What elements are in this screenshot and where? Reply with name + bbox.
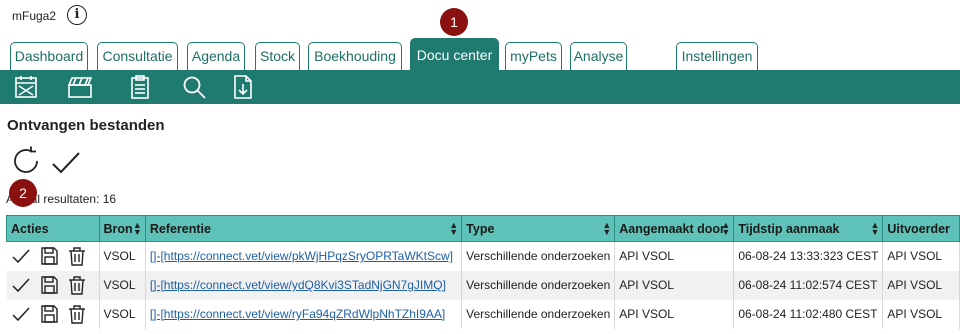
tab-analyse[interactable]: Analyse xyxy=(570,42,627,70)
tab-label: myPets xyxy=(510,48,557,64)
tab-agenda[interactable]: Agenda xyxy=(187,42,245,70)
tab-label: Agenda xyxy=(191,48,241,64)
cell-uitvoerder: API VSOL xyxy=(882,241,960,271)
cell-referentie-link[interactable]: []-[https://connect.vet/view/pkWjHPqzSry… xyxy=(145,241,463,271)
tab-label: Consultatie xyxy=(102,48,173,64)
row-actions xyxy=(6,241,100,271)
clipboard-list-icon[interactable] xyxy=(127,74,153,100)
cell-referentie-link[interactable]: []-[https://connect.vet/view/ydQ8Kvi3STa… xyxy=(145,270,463,300)
annotation-badge-2: 2 xyxy=(9,179,37,207)
col-header-acties: Acties xyxy=(6,215,100,242)
calendar-cross-icon[interactable] xyxy=(13,74,39,100)
tab-label: Boekhouding xyxy=(314,48,396,64)
tab-instellingen[interactable]: Instellingen xyxy=(676,42,758,70)
col-header-label: Referentie xyxy=(149,221,211,236)
page-title: Ontvangen bestanden xyxy=(7,117,165,134)
trash-icon[interactable] xyxy=(67,246,87,266)
file-download-icon[interactable] xyxy=(230,74,256,100)
col-header-bron[interactable]: Bron ▲ ▼ xyxy=(98,215,146,242)
sort-icon[interactable]: ▲ ▼ xyxy=(721,221,730,237)
cell-tijdstip: 06-08-24 13:33:323 CEST xyxy=(733,241,884,271)
cell-uitvoerder: API VSOL xyxy=(882,270,960,300)
tab-docu-center[interactable]: Docu center xyxy=(410,38,499,70)
col-header-type[interactable]: Type ▲ ▼ xyxy=(461,215,616,242)
results-table: Acties Bron ▲ ▼ Referentie ▲ ▼ Type ▲ ▼ Aangem… xyxy=(6,215,960,329)
main-tabs: Dashboard Consultatie Agenda Stock Boekh… xyxy=(0,38,960,70)
cell-tijdstip: 06-08-24 11:02:480 CEST xyxy=(733,299,884,329)
info-icon[interactable]: i xyxy=(67,5,87,25)
sort-icon[interactable]: ▲ ▼ xyxy=(870,221,879,237)
search-icon[interactable] xyxy=(181,74,207,100)
cell-tijdstip: 06-08-24 11:02:574 CEST xyxy=(733,270,884,300)
col-header-label: Tijdstip aanmaak xyxy=(738,221,840,236)
docu-toolbar xyxy=(0,70,960,104)
cell-bron: VSOL xyxy=(99,241,146,271)
cell-aangemaakt-door: API VSOL xyxy=(614,241,735,271)
cell-bron: VSOL xyxy=(99,270,146,300)
tab-mypets[interactable]: myPets xyxy=(505,42,562,70)
cell-aangemaakt-door: API VSOL xyxy=(614,299,735,329)
row-actions xyxy=(6,299,100,329)
refresh-icon[interactable] xyxy=(10,145,42,177)
check-icon[interactable] xyxy=(50,148,82,176)
col-header-label: Acties xyxy=(11,221,49,236)
col-header-label: Aangemaakt door xyxy=(619,221,725,236)
table-row: VSOL []-[https://connect.vet/view/ryFa94… xyxy=(6,299,960,329)
clapperboard-icon[interactable] xyxy=(67,74,93,100)
tab-dashboard[interactable]: Dashboard xyxy=(10,42,88,70)
table-header-row: Acties Bron ▲ ▼ Referentie ▲ ▼ Type ▲ ▼ Aangem… xyxy=(6,215,960,242)
app-title: mFuga2 xyxy=(12,9,57,23)
col-header-label: Bron xyxy=(103,221,133,236)
tab-boekhouding[interactable]: Boekhouding xyxy=(308,42,402,70)
save-icon[interactable] xyxy=(39,246,59,266)
approve-check-icon[interactable] xyxy=(11,246,31,266)
tab-label: Analyse xyxy=(573,48,624,64)
table-row: VSOL []-[https://connect.vet/view/pkWjHP… xyxy=(6,241,960,271)
col-header-tijdstip-aanmaak[interactable]: Tijdstip aanmaak ▲ ▼ xyxy=(733,215,884,242)
cell-bron: VSOL xyxy=(99,299,146,329)
trash-icon[interactable] xyxy=(67,304,87,324)
tab-label: Docu center xyxy=(416,47,493,63)
col-header-uitvoerder[interactable]: Uitvoerder xyxy=(882,215,960,242)
sort-icon[interactable]: ▲ ▼ xyxy=(602,221,611,237)
tab-consultatie[interactable]: Consultatie xyxy=(97,42,178,70)
row-actions xyxy=(6,270,100,300)
col-header-label: Type xyxy=(466,221,495,236)
cell-type: Verschillende onderzoeken xyxy=(461,270,616,300)
tab-stock[interactable]: Stock xyxy=(255,42,300,70)
col-header-referentie[interactable]: Referentie ▲ ▼ xyxy=(144,215,463,242)
tab-label: Dashboard xyxy=(14,48,84,64)
cell-type: Verschillende onderzoeken xyxy=(461,299,616,329)
col-header-aangemaakt-door[interactable]: Aangemaakt door ▲ ▼ xyxy=(614,215,735,242)
sort-icon[interactable]: ▲ ▼ xyxy=(133,221,142,237)
tab-label: Instellingen xyxy=(681,48,753,64)
approve-check-icon[interactable] xyxy=(11,304,31,324)
tab-label: Stock xyxy=(259,48,295,64)
table-row: VSOL []-[https://connect.vet/view/ydQ8Kv… xyxy=(6,270,960,300)
annotation-badge-1: 1 xyxy=(440,8,468,36)
col-header-label: Uitvoerder xyxy=(887,221,950,236)
save-icon[interactable] xyxy=(39,304,59,324)
approve-check-icon[interactable] xyxy=(11,275,31,295)
sort-icon[interactable]: ▲ ▼ xyxy=(449,221,458,237)
cell-aangemaakt-door: API VSOL xyxy=(614,270,735,300)
save-icon[interactable] xyxy=(39,275,59,295)
cell-uitvoerder: API VSOL xyxy=(882,299,960,329)
cell-referentie-link[interactable]: []-[https://connect.vet/view/ryFa94qZRdW… xyxy=(145,299,463,329)
cell-type: Verschillende onderzoeken xyxy=(461,241,616,271)
app-bar: mFuga2 i xyxy=(0,0,960,32)
trash-icon[interactable] xyxy=(67,275,87,295)
